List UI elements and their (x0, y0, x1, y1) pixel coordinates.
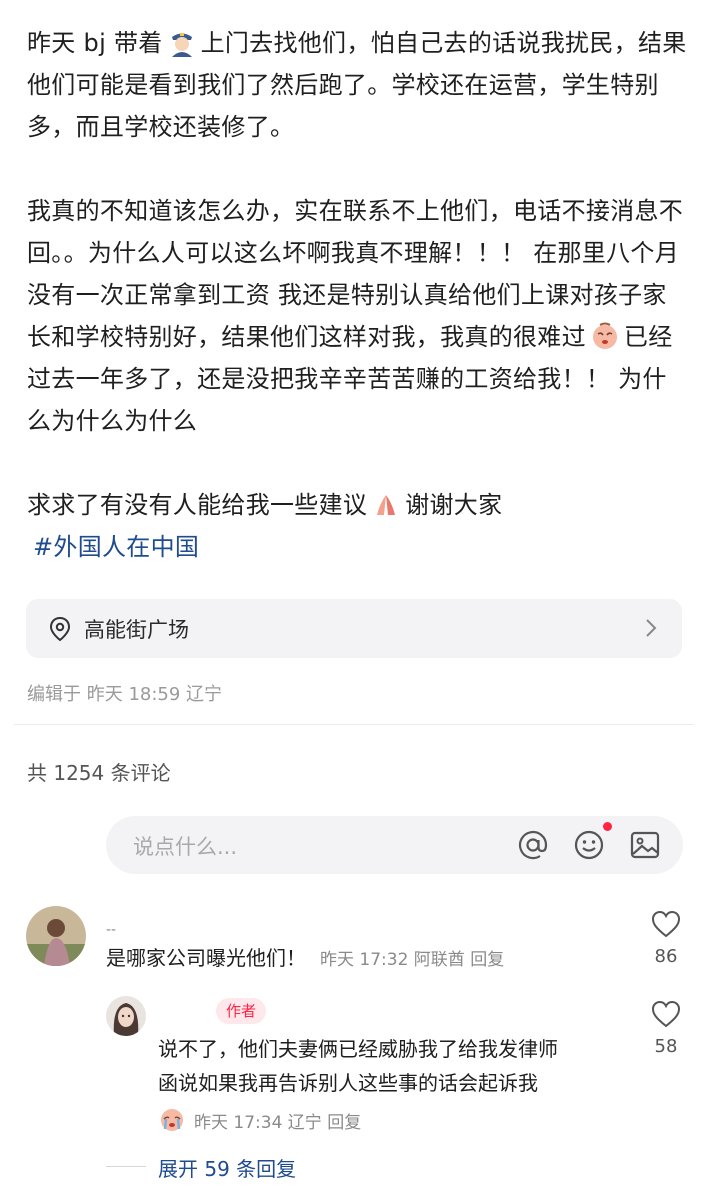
comment-text: 是哪家公司曝光他们！ 昨天 17:32 阿联酋 回复 (106, 946, 505, 970)
notification-dot (603, 822, 612, 831)
like-count: 86 (654, 946, 678, 967)
police-officer-emoji (171, 33, 192, 57)
expand-replies-button[interactable]: 展开 59 条回复 (158, 1153, 296, 1182)
location-pin-icon (49, 616, 71, 641)
post-body: 昨天 bj 带着 上门去找他们，怕自己去的话说我扰民，结果他们可能是看到我们了然后… (27, 22, 687, 568)
location-card[interactable]: 高能街广场 (26, 599, 682, 658)
post-paragraph-3: 求求了有没有人能给我一些建议 谢谢大家 (27, 491, 503, 519)
avatar[interactable] (26, 906, 86, 966)
divider (14, 724, 694, 725)
comment-placeholder: 说点什么... (133, 835, 238, 859)
crying-face-emoji (161, 1109, 183, 1131)
comment-meta[interactable]: 昨天 17:34 辽宁 回复 (158, 1107, 361, 1133)
image-icon[interactable] (628, 828, 662, 862)
praying-hands-emoji (377, 495, 396, 515)
comments-count: 共 1254 条评论 (27, 761, 171, 785)
comment-author[interactable]: -- (106, 922, 116, 938)
comment-input[interactable]: 说点什么... (106, 816, 683, 874)
comment-text: 说不了，他们夫妻俩已经威胁我了给我发律师 函说如果我再告诉别人这些事的话会起诉我 (158, 1037, 558, 1095)
comment-meta[interactable]: 昨天 17:32 阿联酋 回复 (320, 950, 504, 970)
location-name: 高能街广场 (84, 617, 189, 642)
chevron-right-icon (646, 619, 657, 637)
edited-timestamp: 编辑于 昨天 18:59 辽宁 (27, 684, 223, 705)
hashtag-link[interactable]: #外国人在中国 (33, 526, 687, 568)
avatar-photo (106, 996, 146, 1036)
sad-face-emoji (592, 322, 617, 349)
post-paragraph-1: 昨天 bj 带着 上门去找他们，怕自己去的话说我扰民，结果他们可能是看到我们了然后… (27, 29, 687, 141)
at-icon[interactable] (516, 828, 550, 862)
heart-icon[interactable] (650, 909, 682, 939)
expand-divider (106, 1166, 146, 1167)
heart-icon[interactable] (650, 999, 682, 1029)
post-paragraph-2: 我真的不知道该怎么办，实在联系不上他们，电话不接消息不回。。为什么人可以这么坏啊… (27, 197, 684, 435)
avatar-photo (26, 906, 86, 966)
emoji-icon[interactable] (572, 828, 606, 862)
author-badge: 作者 (216, 998, 267, 1024)
avatar[interactable] (106, 996, 146, 1036)
like-count: 58 (654, 1036, 678, 1057)
